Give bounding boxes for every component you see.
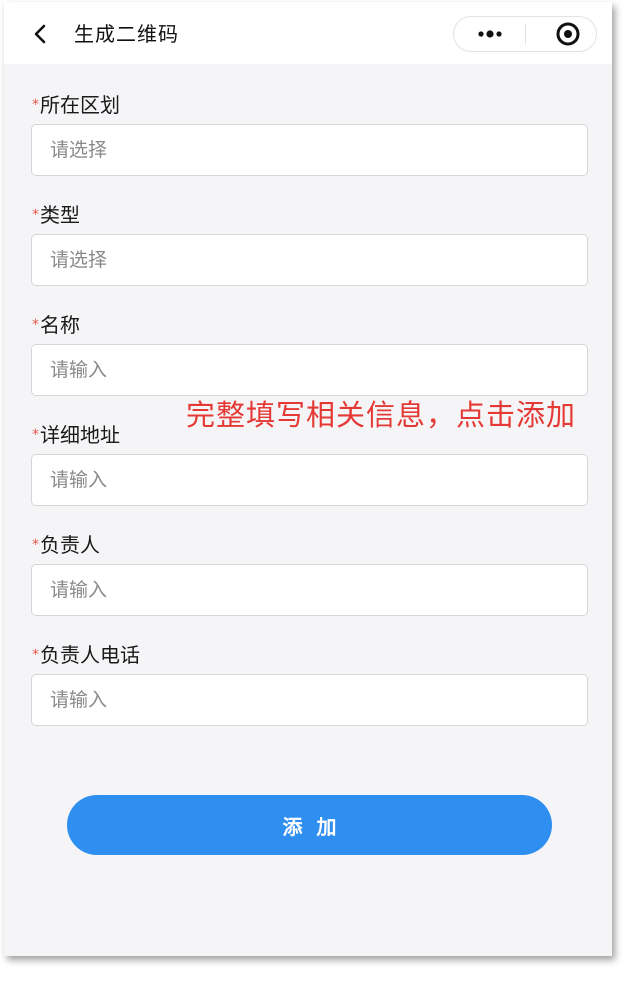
phone-screen: 生成二维码 *所在区划 *类型 *名称 *详细地址 (4, 2, 612, 956)
owner-phone-input[interactable] (31, 674, 588, 726)
field-label-text: 负责人电话 (40, 643, 140, 667)
address-input[interactable] (31, 454, 588, 506)
back-button[interactable] (26, 20, 54, 48)
more-dots-icon (478, 30, 502, 38)
field-label-owner-phone: *负责人电话 (32, 642, 140, 668)
field-label-text: 详细地址 (40, 423, 120, 447)
more-button[interactable] (454, 17, 525, 51)
field-label-text: 所在区划 (40, 93, 120, 117)
district-select[interactable] (31, 124, 588, 176)
field-label-address: *详细地址 (32, 422, 120, 448)
name-input[interactable] (31, 344, 588, 396)
navigation-bar: 生成二维码 (4, 2, 612, 64)
required-mark: * (32, 97, 39, 113)
mini-program-capsule (453, 16, 597, 52)
type-select[interactable] (31, 234, 588, 286)
field-label-text: 类型 (40, 203, 80, 227)
chevron-left-icon (34, 24, 46, 44)
add-button[interactable]: 添加 (67, 795, 552, 855)
field-label-text: 负责人 (40, 533, 100, 557)
page-title: 生成二维码 (74, 22, 179, 46)
required-mark: * (32, 537, 39, 553)
owner-input[interactable] (31, 564, 588, 616)
instruction-annotation: 完整填写相关信息，点击添加 (186, 398, 577, 432)
close-mini-program-button[interactable] (526, 17, 596, 51)
field-label-type: *类型 (32, 202, 80, 228)
field-label-name: *名称 (32, 312, 80, 338)
field-label-text: 名称 (40, 313, 80, 337)
required-mark: * (32, 207, 39, 223)
required-mark: * (32, 647, 39, 663)
target-circle-icon (556, 22, 580, 46)
field-label-owner: *负责人 (32, 532, 100, 558)
required-mark: * (32, 317, 39, 333)
field-label-district: *所在区划 (32, 92, 120, 118)
required-mark: * (32, 427, 39, 443)
